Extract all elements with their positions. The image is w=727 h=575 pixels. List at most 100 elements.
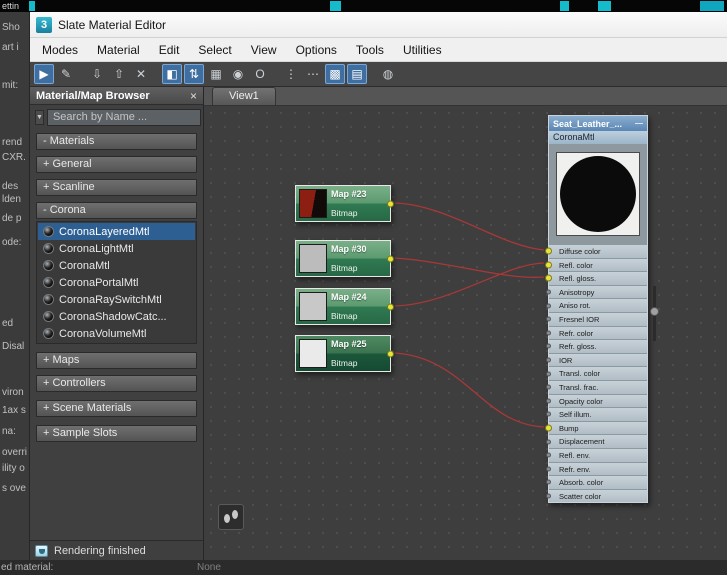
tree-group-scene-materials[interactable]: + Scene Materials <box>36 400 197 417</box>
menu-select[interactable]: Select <box>198 43 231 57</box>
input-socket[interactable] <box>546 453 551 458</box>
node-canvas[interactable]: Map #23 Bitmap Map #30 Bitmap <box>204 106 727 560</box>
map-node-23[interactable]: Map #23 Bitmap <box>295 185 391 222</box>
input-socket[interactable] <box>545 261 552 268</box>
slot-label: Refl. env. <box>559 451 590 460</box>
output-socket[interactable] <box>387 303 394 310</box>
slot-refr-gloss[interactable]: Refr. gloss. <box>549 339 647 353</box>
map-node-title: Map #23 <box>331 189 390 199</box>
slot-refl-color[interactable]: Refl. color <box>549 258 647 272</box>
material-node-seat-leather[interactable]: Seat_Leather_... — CoronaMtl Diffuse col… <box>548 115 648 503</box>
output-socket[interactable] <box>387 350 394 357</box>
material-node-titlebar[interactable]: Seat_Leather_... — <box>549 116 647 131</box>
show-grid-icon[interactable]: ▩ <box>325 64 345 84</box>
tree-group-materials[interactable]: - Materials <box>36 133 197 150</box>
menu-material[interactable]: Material <box>97 43 140 57</box>
slot-refr-env[interactable]: Refr. env. <box>549 462 647 476</box>
input-socket[interactable] <box>546 398 551 403</box>
slot-anisotropy[interactable]: Anisotropy <box>549 285 647 299</box>
pan-navigator-icon[interactable] <box>218 504 244 530</box>
tree-group-sample-slots[interactable]: + Sample Slots <box>36 425 197 442</box>
slot-displacement[interactable]: Displacement <box>549 434 647 448</box>
menu-tools[interactable]: Tools <box>356 43 384 57</box>
minimize-icon[interactable]: — <box>635 119 643 128</box>
input-socket[interactable] <box>546 480 551 485</box>
map-node-24[interactable]: Map #24 Bitmap <box>295 288 391 325</box>
close-icon[interactable]: × <box>190 90 197 102</box>
tree-group-corona[interactable]: - Corona <box>36 202 197 219</box>
layout-horizontal-icon[interactable]: ⋯ <box>303 64 323 84</box>
slot-absorb-color[interactable]: Absorb. color <box>549 475 647 489</box>
input-socket[interactable] <box>546 330 551 335</box>
tree-item-coronamtl[interactable]: CoronaMtl <box>38 257 195 274</box>
pick-material-icon[interactable]: ✎ <box>56 64 76 84</box>
tree-group-scanline[interactable]: + Scanline <box>36 179 197 196</box>
snap-toggle-icon[interactable]: ▤ <box>347 64 367 84</box>
put-material-icon[interactable]: ⇧ <box>109 64 129 84</box>
menu-options[interactable]: Options <box>296 43 337 57</box>
slot-transl-frac[interactable]: Transl. frac. <box>549 380 647 394</box>
delete-selected-icon[interactable]: ✕ <box>131 64 151 84</box>
slot-transl-color[interactable]: Transl. color <box>549 366 647 380</box>
output-socket[interactable] <box>387 255 394 262</box>
isolate-node-icon[interactable]: O <box>250 64 270 84</box>
output-socket[interactable] <box>387 200 394 207</box>
input-socket[interactable] <box>545 248 552 255</box>
map-node-title: Map #30 <box>331 244 390 254</box>
window-titlebar[interactable]: 3 Slate Material Editor <box>30 12 727 38</box>
input-socket[interactable] <box>546 317 551 322</box>
tree-item-coronavolumemtl[interactable]: CoronaVolumeMtl <box>38 325 195 342</box>
chevron-down-icon[interactable]: ▼ <box>35 110 44 125</box>
input-socket[interactable] <box>546 344 551 349</box>
tab-view1[interactable]: View1 <box>212 87 276 105</box>
material-map-browser-panel: Material/Map Browser × ▼ - Materials + G… <box>30 87 204 560</box>
input-socket[interactable] <box>546 371 551 376</box>
input-socket[interactable] <box>546 439 551 444</box>
slot-scatter-color[interactable]: Scatter color <box>549 489 647 503</box>
slot-self-illum[interactable]: Self illum. <box>549 407 647 421</box>
tree-item-coronaportalmtl[interactable]: CoronaPortalMtl <box>38 274 195 291</box>
canvas-scrollbar-knob[interactable] <box>650 307 659 316</box>
input-socket[interactable] <box>546 290 551 295</box>
input-socket[interactable] <box>546 412 551 417</box>
move-children-icon[interactable]: ◧ <box>162 64 182 84</box>
input-socket[interactable] <box>546 466 551 471</box>
tree-group-controllers[interactable]: + Controllers <box>36 375 197 392</box>
slot-diffuse-color[interactable]: Diffuse color <box>549 244 647 258</box>
search-input[interactable] <box>47 109 201 126</box>
input-socket[interactable] <box>545 425 552 432</box>
material-preview[interactable] <box>556 152 640 236</box>
slot-refr-color[interactable]: Refr. color <box>549 326 647 340</box>
slot-aniso-rot[interactable]: Aniso rot. <box>549 298 647 312</box>
menu-utilities[interactable]: Utilities <box>403 43 442 57</box>
input-socket[interactable] <box>546 358 551 363</box>
menu-view[interactable]: View <box>251 43 277 57</box>
tree-item-coronarayswitchmtl[interactable]: CoronaRaySwitchMtl <box>38 291 195 308</box>
map-node-25[interactable]: Map #25 Bitmap <box>295 335 391 372</box>
select-tool-icon[interactable]: ▶ <box>34 64 54 84</box>
notifications-icon[interactable]: ◍ <box>378 64 398 84</box>
slot-bump[interactable]: Bump <box>549 421 647 435</box>
show-background-icon[interactable]: ▦ <box>206 64 226 84</box>
layout-vertical-icon[interactable]: ⋮ <box>281 64 301 84</box>
input-socket[interactable] <box>546 303 551 308</box>
tree-group-general[interactable]: + General <box>36 156 197 173</box>
tree-group-maps[interactable]: + Maps <box>36 352 197 369</box>
map-node-30[interactable]: Map #30 Bitmap <box>295 240 391 277</box>
slot-opacity-color[interactable]: Opacity color <box>549 394 647 408</box>
tree-item-coronashadowcatcher[interactable]: CoronaShadowCatc... <box>38 308 195 325</box>
sort-order-icon[interactable]: ⇅ <box>184 64 204 84</box>
input-socket[interactable] <box>545 275 552 282</box>
slot-refl-gloss[interactable]: Refl. gloss. <box>549 271 647 285</box>
menu-edit[interactable]: Edit <box>159 43 180 57</box>
input-socket[interactable] <box>546 385 551 390</box>
slot-refl-env[interactable]: Refl. env. <box>549 448 647 462</box>
slot-ior[interactable]: IOR <box>549 353 647 367</box>
input-socket[interactable] <box>546 493 551 498</box>
render-preview-icon[interactable]: ◉ <box>228 64 248 84</box>
slot-fresnel-ior[interactable]: Fresnel IOR <box>549 312 647 326</box>
tree-item-coronalightmtl[interactable]: CoronaLightMtl <box>38 240 195 257</box>
get-material-icon[interactable]: ⇩ <box>87 64 107 84</box>
menu-modes[interactable]: Modes <box>42 43 78 57</box>
tree-item-coronalayeredmtl[interactable]: CoronaLayeredMtl <box>38 223 195 240</box>
